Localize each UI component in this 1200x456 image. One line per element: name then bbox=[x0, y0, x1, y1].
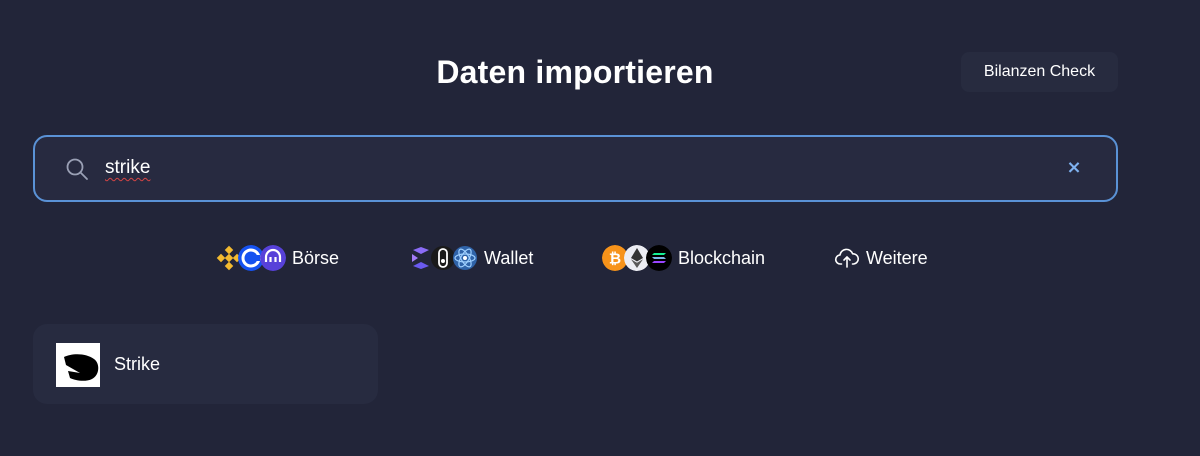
boerse-logos bbox=[216, 245, 286, 271]
search-box[interactable]: × bbox=[33, 135, 1118, 202]
bilanzen-check-button[interactable]: Bilanzen Check bbox=[961, 52, 1118, 92]
result-name: Strike bbox=[114, 354, 161, 374]
blockchain-logos: ₿ bbox=[602, 245, 672, 271]
category-label: Weitere bbox=[866, 247, 928, 268]
category-wallet[interactable]: Wallet bbox=[408, 240, 533, 276]
wallet-logos bbox=[408, 245, 477, 271]
cloud-upload-icon bbox=[834, 248, 860, 268]
category-label: Blockchain bbox=[678, 247, 766, 268]
result-item-strike[interactable]: Strike bbox=[33, 324, 378, 404]
category-blockchain[interactable]: ₿ Blockchain bbox=[602, 240, 765, 276]
close-icon[interactable]: × bbox=[1064, 158, 1084, 178]
category-boerse[interactable]: Börse bbox=[216, 240, 339, 276]
category-bar: Börse Wallet ₿ Blockchain Weitere bbox=[0, 240, 1150, 276]
category-weitere[interactable]: Weitere bbox=[834, 240, 928, 276]
kraken-logo bbox=[260, 245, 286, 271]
strike-logo bbox=[56, 343, 100, 387]
svg-text:₿: ₿ bbox=[609, 250, 621, 268]
solana-logo bbox=[646, 245, 672, 271]
category-label: Börse bbox=[292, 247, 340, 268]
search-input[interactable] bbox=[105, 153, 1005, 183]
weitere-logos bbox=[834, 245, 860, 271]
search-icon bbox=[66, 158, 88, 180]
category-label: Wallet bbox=[484, 247, 534, 268]
electrum-logo bbox=[453, 246, 477, 270]
